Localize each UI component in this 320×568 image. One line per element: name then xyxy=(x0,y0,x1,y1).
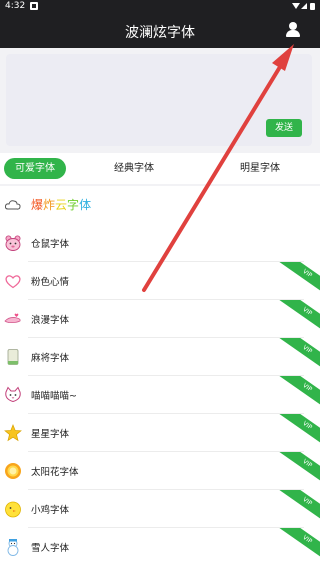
font-category-tabs: 可爱字体 经典字体 明星字体 xyxy=(0,153,320,184)
vip-badge: VIP xyxy=(273,262,320,300)
snowman-icon xyxy=(7,539,19,556)
rainbow-char-1: 爆 xyxy=(31,198,44,212)
list-item[interactable]: 太阳花字体 VIP xyxy=(0,452,320,490)
rainbow-char-2: 炸 xyxy=(43,198,56,212)
tab-classic-fonts[interactable]: 经典字体 xyxy=(104,158,164,179)
rainbow-char-5: 体 xyxy=(79,198,92,212)
list-item-label: 太阳花字体 xyxy=(31,467,79,478)
chick-icon xyxy=(5,501,21,518)
rainbow-char-4: 字 xyxy=(67,198,80,212)
hamster-icon xyxy=(5,235,21,251)
vip-badge: VIP xyxy=(273,452,320,490)
font-list: 爆炸云字体 仓鼠字体 粉色心情 VIP 浪漫字体 VIP 麻将字体 VIP 喵喵… xyxy=(0,186,320,568)
vip-badge: VIP xyxy=(273,300,320,338)
list-item-label: 星星字体 xyxy=(31,429,70,440)
status-bar: 4:32 xyxy=(0,0,320,12)
list-item-label: 麻将字体 xyxy=(31,353,70,364)
list-item-label: 雪人字体 xyxy=(31,543,70,554)
vip-badge: VIP xyxy=(273,414,320,452)
heart-icon xyxy=(5,275,21,289)
star-icon xyxy=(4,424,22,442)
mahjong-icon xyxy=(7,349,19,365)
list-item[interactable]: 麻将字体 VIP xyxy=(0,338,320,376)
sunflower-icon xyxy=(5,463,21,479)
signal-icon xyxy=(301,3,307,9)
list-item[interactable]: 喵喵喵喵~ VIP xyxy=(0,376,320,414)
list-item[interactable]: 爆炸云字体 xyxy=(0,186,320,224)
list-item-label: 粉色心情 xyxy=(31,277,70,288)
list-item-label: 喵喵喵喵~ xyxy=(31,391,77,402)
user-profile-icon[interactable] xyxy=(286,22,300,37)
app-title: 波澜炫字体 xyxy=(125,25,195,41)
list-item-label: 小鸡字体 xyxy=(31,505,70,516)
tab-star-fonts[interactable]: 明星字体 xyxy=(230,158,290,179)
vip-badge: VIP xyxy=(273,528,320,566)
list-item-label: 爆炸云字体 xyxy=(31,196,91,213)
notification-icon xyxy=(30,2,38,10)
list-item[interactable]: 星星字体 VIP xyxy=(0,414,320,452)
list-item[interactable]: 仓鼠字体 xyxy=(0,224,320,262)
battery-icon xyxy=(310,3,315,10)
wifi-icon xyxy=(292,3,300,9)
status-time: 4:32 xyxy=(5,1,26,11)
tab-cute-fonts[interactable]: 可爱字体 xyxy=(4,158,66,179)
list-item-label: 仓鼠字体 xyxy=(31,239,70,250)
vip-badge: VIP xyxy=(273,338,320,376)
rainbow-char-3: 云 xyxy=(55,198,68,212)
list-item-label: 浪漫字体 xyxy=(31,315,70,326)
cloud-icon xyxy=(4,200,21,210)
list-item[interactable]: 雪人字体 VIP xyxy=(0,528,320,566)
list-item[interactable]: 小鸡字体 VIP xyxy=(0,490,320,528)
vip-badge: VIP xyxy=(273,376,320,414)
list-item[interactable]: 粉色心情 VIP xyxy=(0,262,320,300)
cat-icon xyxy=(5,386,21,403)
app-bar: 波澜炫字体 xyxy=(0,12,320,48)
romantic-icon xyxy=(4,313,21,323)
vip-badge: VIP xyxy=(273,490,320,528)
send-button[interactable]: 发送 xyxy=(266,119,302,137)
list-item[interactable]: 浪漫字体 VIP xyxy=(0,300,320,338)
